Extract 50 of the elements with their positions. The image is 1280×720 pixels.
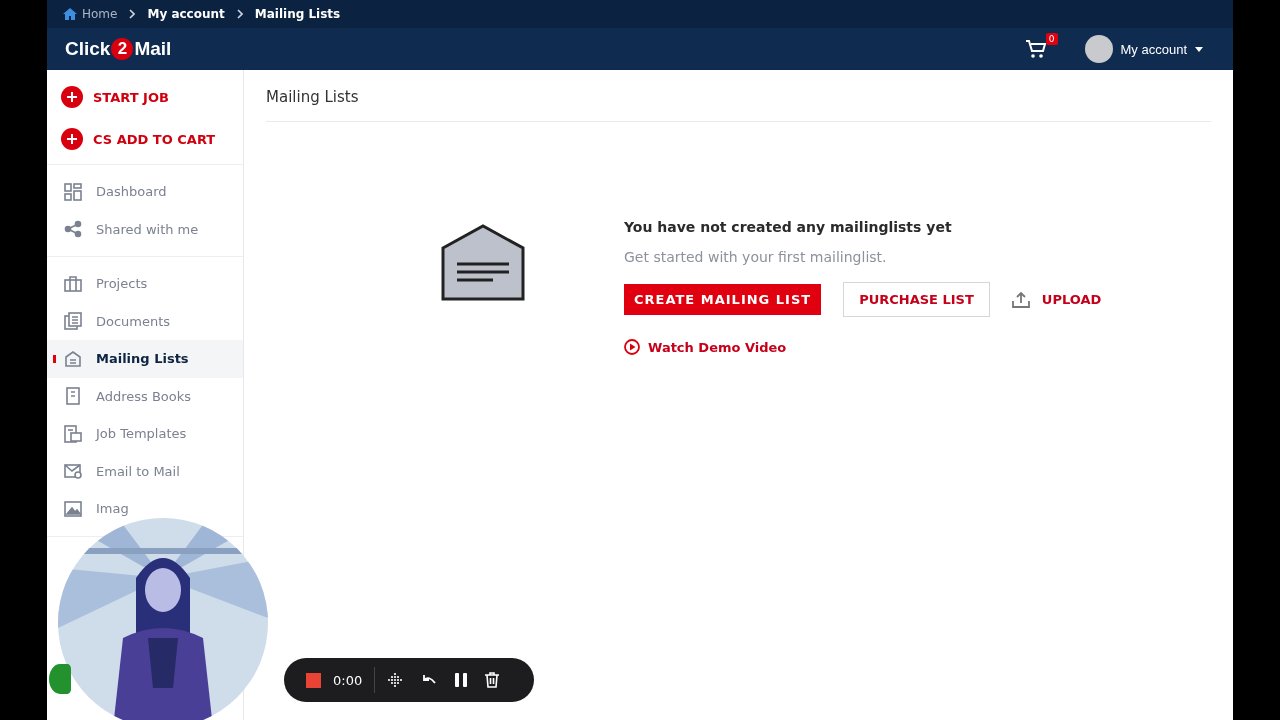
logo[interactable]: Click 2 Mail [65,38,172,60]
avatar[interactable] [1084,35,1113,63]
menu-icon [64,499,82,518]
upload-link[interactable]: UPLOAD [1041,292,1102,307]
sidebar-item[interactable]: Projects [47,265,243,303]
upload-icon [1011,291,1030,308]
breadcrumb-link[interactable]: Mailing Lists [254,7,341,21]
page-title: Mailing Lists [266,70,1211,122]
empty-state-title: You have not created any mailinglists yet [624,219,953,235]
create-button[interactable]: CREATE MAILING LIST [624,284,822,315]
cart-icon[interactable] [1024,39,1047,59]
home-icon [63,8,77,20]
sidebar-item[interactable]: Email to Mail [47,452,243,490]
plus-icon [61,86,83,108]
menu-icon [64,220,82,239]
demo-video-link[interactable]: Watch Demo Video [648,339,787,355]
sidebar-item[interactable]: Address Books [47,377,243,415]
mailbox-icon [440,224,526,302]
caret-icon [1195,46,1203,52]
chevron-icon [236,9,243,19]
timer: 0:00 [333,672,363,688]
plus-icon [61,128,83,150]
menu-icon [64,462,82,481]
pause-icon[interactable] [455,673,468,687]
sidebar-item[interactable]: Mailing Lists [47,340,243,378]
account-menu[interactable]: My account [1120,41,1187,57]
menu-icon [64,312,82,331]
action-link[interactable]: CS ADD TO CART [93,131,216,147]
breadcrumb-link[interactable]: My account [147,7,225,21]
chat-widget[interactable] [49,664,71,694]
menu-icon [64,349,82,368]
dots-icon[interactable] [387,672,404,688]
chevron-icon [129,9,136,19]
menu-icon [64,274,82,293]
sidebar-item[interactable]: Imag [47,490,243,528]
sidebar-item[interactable]: Documents [47,302,243,340]
menu-icon [64,387,82,406]
stop-button[interactable] [306,672,321,688]
menu-icon [64,182,82,201]
play-icon [624,339,640,355]
sidebar-item[interactable]: Job Templates [47,415,243,453]
sidebar-item[interactable]: Dashboard [47,173,243,211]
purchase-button[interactable]: PURCHASE LIST [843,282,990,317]
sidebar-item[interactable]: Shared with me [47,210,243,248]
menu-icon [64,424,82,443]
trash-icon[interactable] [485,672,500,688]
cart-count-badge: 0 [1045,33,1058,45]
breadcrumb-link[interactable]: Home [82,7,118,21]
empty-state-text: Get started with your first mailinglist. [624,249,888,265]
action-link[interactable]: START JOB [93,89,169,105]
